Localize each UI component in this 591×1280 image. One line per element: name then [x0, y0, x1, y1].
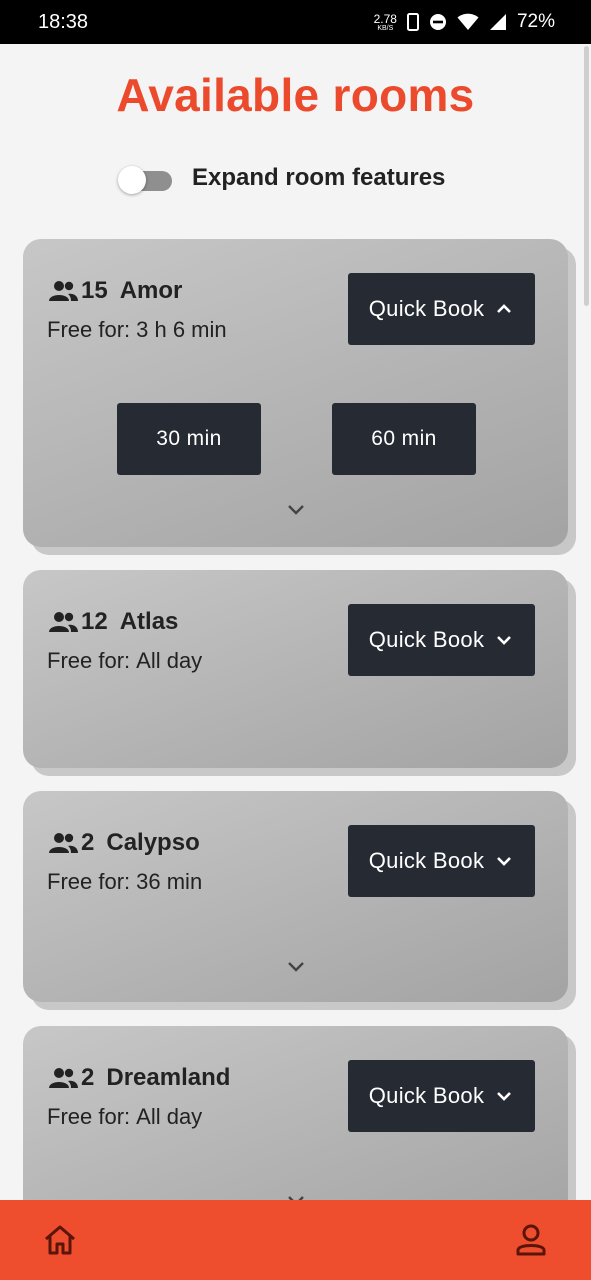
room-free-for: Free for: 36 min	[47, 869, 202, 895]
room-name: Amor	[119, 277, 183, 304]
free-for-value: 3 h 6 min	[136, 317, 227, 342]
quick-book-button[interactable]: Quick Book	[348, 1060, 535, 1132]
room-capacity: 15	[81, 277, 108, 304]
room-capacity: 2	[81, 1064, 95, 1091]
quick-book-label: Quick Book	[368, 1083, 485, 1108]
chevron-down-icon[interactable]	[284, 954, 308, 978]
bottom-nav	[0, 1200, 591, 1280]
people-icon	[49, 612, 78, 632]
room-name: Dreamland	[106, 1064, 231, 1091]
expand-features-toggle[interactable]	[118, 164, 174, 194]
people-icon	[49, 833, 78, 853]
status-icons: 2.78 KB/S 72%	[374, 11, 555, 33]
chevron-down-icon[interactable]	[284, 497, 308, 521]
status-time: 18:38	[38, 10, 89, 33]
free-for-value: All day	[136, 648, 203, 673]
room-name: Calypso	[106, 829, 200, 856]
people-icon	[49, 281, 78, 301]
net-speed-value: 2.78	[373, 11, 397, 26]
expand-features-row[interactable]: Expand room features	[118, 160, 445, 196]
room-header: 2 Dreamland	[47, 1064, 230, 1092]
room-header: 12 Atlas	[47, 608, 178, 636]
profile-icon[interactable]	[513, 1222, 549, 1258]
quick-book-button[interactable]: Quick Book	[348, 825, 535, 897]
people-icon	[49, 1068, 78, 1088]
room-name: Atlas	[119, 608, 179, 635]
book-60-min-button[interactable]: 60 min	[332, 403, 476, 475]
room-card: 12 Atlas Free for: All day Quick Book	[23, 570, 568, 768]
quick-book-label: Quick Book	[368, 296, 485, 321]
quick-book-button[interactable]: Quick Book	[348, 273, 535, 345]
free-for-label: Free for:	[47, 648, 131, 673]
chevron-down-icon	[497, 1092, 512, 1101]
net-speed-unit: KB/S	[377, 24, 394, 32]
toggle-thumb	[118, 166, 146, 194]
free-for-label: Free for:	[47, 869, 131, 894]
quick-book-label: Quick Book	[368, 627, 485, 652]
home-icon[interactable]	[42, 1222, 78, 1258]
room-free-for: Free for: All day	[47, 648, 202, 674]
room-header: 2 Calypso	[47, 829, 200, 857]
chevron-up-icon	[497, 304, 512, 313]
book-30-min-button[interactable]: 30 min	[117, 403, 261, 475]
status-bar: 18:38 2.78 KB/S 72%	[0, 0, 591, 44]
room-capacity: 2	[81, 829, 95, 856]
room-card-atlas: 12 Atlas Free for: All day Quick Book	[23, 570, 576, 776]
room-header: 15 Amor	[47, 277, 182, 305]
free-for-value: 36 min	[136, 869, 203, 894]
room-card-amor: 15 Amor Free for: 3 h 6 min Quick Book 30…	[23, 239, 576, 555]
phone-icon	[406, 13, 419, 31]
room-free-for: Free for: All day	[47, 1104, 202, 1130]
room-free-for: Free for: 3 h 6 min	[47, 317, 227, 343]
room-card: 15 Amor Free for: 3 h 6 min Quick Book 30…	[23, 239, 568, 547]
chevron-down-icon	[497, 857, 512, 866]
room-card-calypso: 2 Calypso Free for: 36 min Quick Book	[23, 791, 576, 1010]
room-card: 2 Calypso Free for: 36 min Quick Book	[23, 791, 568, 1002]
quick-book-button[interactable]: Quick Book	[348, 604, 535, 676]
do-not-disturb-icon	[429, 14, 446, 30]
quick-book-label: Quick Book	[368, 848, 485, 873]
net-speed: 2.78 KB/S	[374, 13, 397, 32]
screen: 18:38 2.78 KB/S 72% Available rooms Expa…	[0, 0, 591, 1280]
battery-percent: 72%	[516, 11, 555, 32]
toggle-label: Expand room features	[192, 164, 446, 191]
free-for-label: Free for:	[47, 1104, 131, 1129]
chevron-down-icon	[497, 636, 512, 645]
wifi-icon	[457, 13, 479, 30]
page-title: Available rooms	[116, 69, 475, 121]
room-capacity: 12	[81, 608, 108, 635]
signal-icon	[489, 14, 506, 30]
free-for-value: All day	[136, 1104, 203, 1129]
free-for-label: Free for:	[47, 317, 131, 342]
